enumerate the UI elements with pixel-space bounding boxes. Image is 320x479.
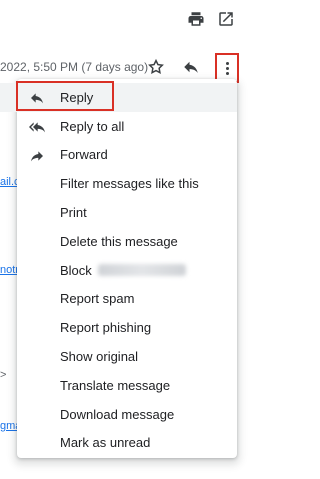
menu-item-mark-unread[interactable]: Mark as unread bbox=[17, 429, 237, 458]
blurred-sender-name bbox=[97, 264, 186, 277]
menu-item-label: Filter messages like this bbox=[60, 176, 199, 192]
menu-item-report-phishing[interactable]: Report phishing bbox=[17, 313, 237, 342]
menu-item-forward[interactable]: Forward bbox=[17, 141, 237, 170]
star-icon[interactable] bbox=[146, 57, 166, 77]
open-in-new-window-icon[interactable] bbox=[217, 10, 235, 28]
menu-item-label: Delete this message bbox=[60, 233, 178, 249]
menu-item-block[interactable]: Block bbox=[17, 256, 237, 285]
menu-item-translate[interactable]: Translate message bbox=[17, 371, 237, 400]
more-vertical-icon bbox=[225, 61, 229, 75]
menu-item-label: Download message bbox=[60, 406, 175, 422]
reply-icon bbox=[29, 90, 45, 106]
menu-item-filter[interactable]: Filter messages like this bbox=[17, 169, 237, 198]
menu-item-label: Mark as unread bbox=[60, 435, 151, 451]
message-datetime: 2022, 5:50 PM (7 days ago) bbox=[0, 60, 149, 74]
menu-item-label: Reply to all bbox=[60, 118, 125, 134]
menu-item-label: Translate message bbox=[60, 377, 171, 393]
menu-item-delete[interactable]: Delete this message bbox=[17, 227, 237, 256]
reply-icon[interactable] bbox=[181, 57, 201, 77]
menu-item-show-original[interactable]: Show original bbox=[17, 342, 237, 371]
top-toolbar bbox=[187, 10, 235, 28]
menu-item-reply-all[interactable]: Reply to all bbox=[17, 112, 237, 141]
more-options-menu: Reply Reply to all Forward Filter messag… bbox=[0, 79, 237, 458]
menu-item-label: Show original bbox=[60, 349, 139, 365]
menu-item-label: Block bbox=[60, 262, 92, 278]
menu-item-download[interactable]: Download message bbox=[17, 400, 237, 429]
menu-item-reply[interactable]: Reply bbox=[0, 81, 237, 112]
menu-item-label: Forward bbox=[60, 147, 108, 163]
menu-item-label: Report spam bbox=[60, 291, 135, 307]
print-icon[interactable] bbox=[187, 10, 205, 28]
text-fragment: > bbox=[0, 369, 7, 381]
menu-item-label: Print bbox=[60, 205, 87, 221]
reply-all-icon bbox=[29, 119, 45, 135]
menu-item-label: Report phishing bbox=[60, 320, 152, 336]
menu-item-print[interactable]: Print bbox=[17, 198, 237, 227]
forward-icon bbox=[29, 148, 45, 164]
menu-item-report-spam[interactable]: Report spam bbox=[17, 285, 237, 314]
